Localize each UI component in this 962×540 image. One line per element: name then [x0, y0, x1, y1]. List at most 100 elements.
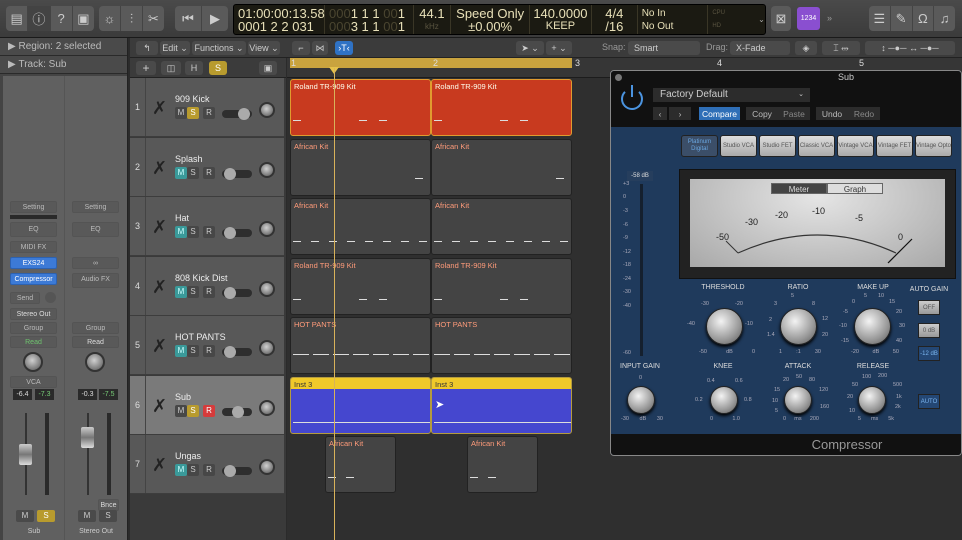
output-slot[interactable]: Stereo Out: [10, 308, 57, 320]
global-tracks-icon[interactable]: ▣: [259, 61, 277, 75]
record-enable-button[interactable]: R: [203, 107, 215, 119]
eq-slot[interactable]: EQ: [10, 222, 57, 237]
auto-gain-off-button[interactable]: OFF: [918, 300, 940, 315]
solo-button[interactable]: S: [187, 107, 199, 119]
volume-slider[interactable]: [222, 346, 252, 358]
volume-handle[interactable]: [224, 227, 236, 239]
track-name[interactable]: Ungas: [175, 451, 201, 461]
eq-slot[interactable]: EQ: [72, 222, 119, 237]
region[interactable]: Inst 3: [290, 376, 431, 434]
mute-button[interactable]: M: [175, 404, 187, 417]
record-enable-button[interactable]: R: [203, 345, 215, 357]
track-row[interactable]: 2 ✗ Splash M S R: [130, 137, 284, 197]
zoom-sliders[interactable]: ↕ ─●─ ↔ ─●─: [865, 41, 955, 55]
rewind-icon[interactable]: ⏮: [175, 6, 202, 31]
lcd-display[interactable]: 01:00:00:13.58 0001 2 2 031 0001 1 1 001 0…: [233, 4, 766, 35]
view-menu[interactable]: View ⌄: [248, 41, 280, 55]
pan-knob[interactable]: [23, 352, 43, 372]
playhead[interactable]: [334, 68, 335, 540]
browser-icon[interactable]: ♫: [934, 6, 955, 31]
list-editor-icon[interactable]: ☰: [869, 6, 891, 31]
auto-release-button[interactable]: AUTO: [918, 394, 940, 409]
solo-button[interactable]: S: [99, 510, 117, 522]
library-icon[interactable]: ▤: [6, 6, 29, 31]
vca-slot[interactable]: VCA: [10, 376, 57, 388]
edit-menu[interactable]: Edit ⌄: [160, 41, 190, 55]
pointer-tool[interactable]: ➤ ⌄: [516, 41, 544, 55]
record-enable-button[interactable]: R: [203, 285, 215, 298]
region[interactable]: African Kit: [290, 138, 431, 196]
mute-button[interactable]: M: [175, 464, 187, 476]
pan-knob[interactable]: [259, 221, 275, 237]
volume-slider[interactable]: [222, 405, 252, 418]
track-row[interactable]: 5 ✗ HOT PANTS M S R: [130, 316, 284, 375]
region[interactable]: Roland TR-909 Kit: [431, 257, 572, 315]
solo-button[interactable]: S: [187, 464, 199, 476]
record-enable-button[interactable]: R: [203, 226, 215, 238]
mute-button[interactable]: M: [175, 166, 187, 179]
mute-button[interactable]: M: [175, 285, 187, 298]
preset-menu[interactable]: Factory Default ⌄: [653, 88, 810, 102]
region[interactable]: African Kit: [290, 198, 431, 255]
catch-icon[interactable]: ›T‹: [335, 41, 353, 55]
pan-knob[interactable]: [259, 399, 275, 416]
auto-gain-0db-button[interactable]: 0 dB: [918, 323, 940, 338]
region[interactable]: African Kit: [467, 436, 538, 493]
volume-slider[interactable]: [222, 465, 252, 477]
volume-handle[interactable]: [232, 405, 244, 418]
record-enable-button[interactable]: R: [203, 404, 215, 417]
volume-slider[interactable]: [222, 286, 252, 299]
waveform-zoom-icon[interactable]: ◈: [795, 41, 817, 55]
solo-button[interactable]: S: [187, 345, 199, 357]
track-row[interactable]: 4 ✗ 808 Kick Dist M S R: [130, 256, 284, 316]
circuit-type-button[interactable]: Studio FET: [759, 135, 796, 157]
makeup-knob[interactable]: [854, 308, 891, 345]
circuit-type-button[interactable]: Studio VCA: [720, 135, 757, 157]
toolbar-icon[interactable]: ▣: [73, 6, 94, 31]
circuit-type-button[interactable]: Vintage FET: [876, 135, 913, 157]
folder-icon[interactable]: ◫: [161, 61, 181, 75]
automation-mode[interactable]: Read: [72, 336, 119, 348]
mute-button[interactable]: M: [16, 510, 34, 522]
solo-button[interactable]: S: [187, 166, 199, 179]
replace-button[interactable]: ⊠: [771, 6, 791, 31]
instrument-slot[interactable]: EXS24: [10, 257, 57, 269]
play-icon[interactable]: ▶: [202, 6, 228, 31]
more-chevron-icon[interactable]: »: [827, 13, 832, 23]
smart-controls-icon[interactable]: ☼: [99, 6, 121, 31]
region[interactable]: Roland TR-909 Kit: [431, 79, 572, 136]
paste-button[interactable]: Paste: [778, 107, 810, 120]
track-name[interactable]: HOT PANTS: [175, 332, 226, 342]
release-knob[interactable]: [858, 386, 886, 414]
pan-knob[interactable]: [85, 352, 105, 372]
pan-knob[interactable]: [259, 459, 275, 475]
region[interactable]: Roland TR-909 Kit: [290, 257, 431, 315]
pan-knob[interactable]: [259, 102, 275, 118]
functions-menu[interactable]: Functions ⌄: [192, 41, 246, 55]
solo-mode-button[interactable]: S: [209, 61, 227, 75]
volume-handle[interactable]: [224, 346, 236, 358]
input-gain-knob[interactable]: [627, 386, 655, 414]
region[interactable]: Inst 3: [431, 376, 572, 434]
circuit-type-button[interactable]: Platinum Digital: [681, 135, 718, 157]
volume-fader[interactable]: [19, 444, 32, 465]
mute-button[interactable]: M: [175, 226, 187, 238]
region[interactable]: African Kit: [325, 436, 396, 493]
quick-help-icon[interactable]: ?: [51, 6, 73, 31]
setting-button[interactable]: Setting: [10, 201, 57, 213]
volume-handle[interactable]: [224, 167, 236, 180]
drag-select[interactable]: X-Fade: [730, 41, 790, 55]
attack-knob[interactable]: [784, 386, 812, 414]
auto-gain-minus12-button[interactable]: -12 dB: [918, 346, 940, 361]
solo-button[interactable]: S: [187, 404, 199, 417]
compare-button[interactable]: Compare: [699, 107, 740, 120]
volume-handle[interactable]: [224, 465, 236, 477]
ratio-knob[interactable]: [780, 308, 817, 345]
solo-button[interactable]: S: [37, 510, 55, 522]
volume-fader[interactable]: [81, 427, 94, 448]
mixer-icon[interactable]: ⫶: [121, 6, 143, 31]
audio-fx-slot[interactable]: Audio FX: [72, 273, 119, 288]
circuit-type-button[interactable]: Vintage Opto: [915, 135, 952, 157]
track-name[interactable]: Splash: [175, 154, 203, 164]
loop-browser-icon[interactable]: Ω: [913, 6, 935, 31]
